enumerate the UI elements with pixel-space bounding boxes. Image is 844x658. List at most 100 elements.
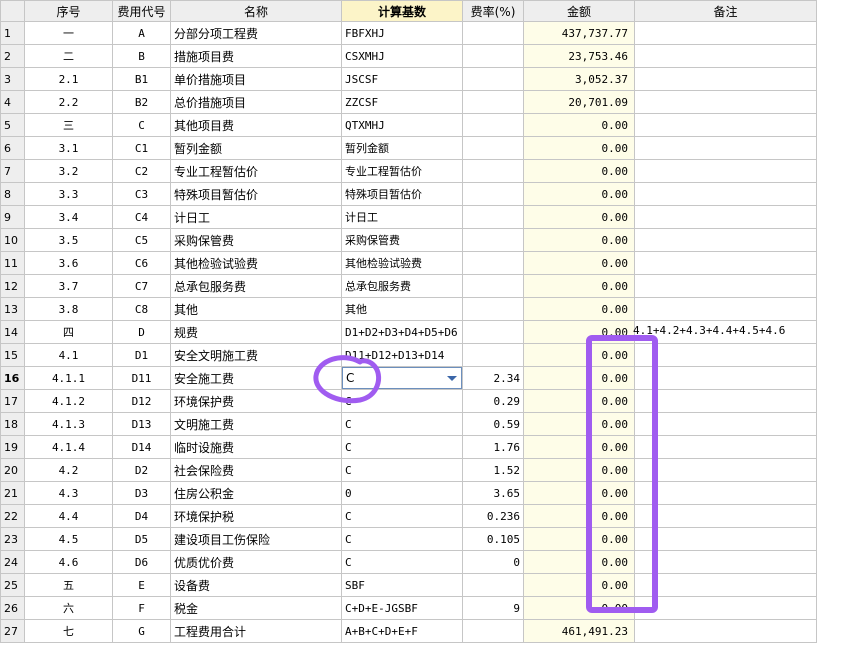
code-cell[interactable]: B2 — [112, 90, 171, 114]
name-cell[interactable]: 规费 — [170, 320, 342, 344]
name-cell[interactable]: 建设项目工伤保险 — [170, 527, 342, 551]
name-cell[interactable]: 其他检验试验费 — [170, 251, 342, 275]
name-cell[interactable]: 总价措施项目 — [170, 90, 342, 114]
name-cell[interactable]: 单价措施项目 — [170, 67, 342, 91]
rate-cell[interactable] — [462, 320, 524, 344]
base-cell[interactable]: 暂列金额 — [341, 136, 463, 160]
seq-cell[interactable]: 3.7 — [24, 274, 113, 298]
table-row[interactable]: 26 六 F 税金 C+D+E-JGSBF 9 0.00 — [0, 596, 817, 620]
amount-cell[interactable]: 0.00 — [523, 182, 635, 206]
name-cell[interactable]: 临时设施费 — [170, 435, 342, 459]
note-cell[interactable] — [634, 458, 817, 482]
seq-cell[interactable]: 4.3 — [24, 481, 113, 505]
code-cell[interactable]: D12 — [112, 389, 171, 413]
name-cell[interactable]: 特殊项目暂估价 — [170, 182, 342, 206]
rate-cell[interactable] — [462, 228, 524, 252]
seq-cell[interactable]: 五 — [24, 573, 113, 597]
seq-cell[interactable]: 3.6 — [24, 251, 113, 275]
header-name[interactable]: 名称 — [170, 0, 342, 22]
name-cell[interactable]: 措施项目费 — [170, 44, 342, 68]
note-cell[interactable] — [634, 297, 817, 321]
table-row[interactable]: 1 一 A 分部分项工程费 FBFXHJ 437,737.77 — [0, 21, 817, 45]
base-cell[interactable]: D11+D12+D13+D14 — [341, 343, 463, 367]
rate-cell[interactable]: 0.59 — [462, 412, 524, 436]
seq-cell[interactable]: 4.1.1 — [24, 366, 113, 390]
name-cell[interactable]: 采购保管费 — [170, 228, 342, 252]
rate-cell[interactable] — [462, 619, 524, 643]
header-seq[interactable]: 序号 — [24, 0, 113, 22]
code-cell[interactable]: E — [112, 573, 171, 597]
amount-cell[interactable]: 23,753.46 — [523, 44, 635, 68]
header-base[interactable]: 计算基数 — [341, 0, 463, 22]
name-cell[interactable]: 分部分项工程费 — [170, 21, 342, 45]
table-row[interactable]: 6 3.1 C1 暂列金额 暂列金额 0.00 — [0, 136, 817, 160]
amount-cell[interactable]: 0.00 — [523, 412, 635, 436]
note-cell[interactable] — [634, 44, 817, 68]
code-cell[interactable]: D6 — [112, 550, 171, 574]
code-cell[interactable]: C5 — [112, 228, 171, 252]
amount-cell[interactable]: 461,491.23 — [523, 619, 635, 643]
note-cell[interactable] — [634, 228, 817, 252]
name-cell[interactable]: 安全文明施工费 — [170, 343, 342, 367]
table-row[interactable]: 11 3.6 C6 其他检验试验费 其他检验试验费 0.00 — [0, 251, 817, 275]
amount-cell[interactable]: 0.00 — [523, 573, 635, 597]
base-cell[interactable]: SBF — [341, 573, 463, 597]
amount-cell[interactable]: 0.00 — [523, 113, 635, 137]
code-cell[interactable]: D — [112, 320, 171, 344]
seq-cell[interactable]: 四 — [24, 320, 113, 344]
table-row[interactable]: 20 4.2 D2 社会保险费 C 1.52 0.00 — [0, 458, 817, 482]
table-row[interactable]: 8 3.3 C3 特殊项目暂估价 特殊项目暂估价 0.00 — [0, 182, 817, 206]
base-cell[interactable]: JSCSF — [341, 67, 463, 91]
rate-cell[interactable]: 0.29 — [462, 389, 524, 413]
note-cell[interactable]: 4.1+4.2+4.3+4.4+4.5+4.6 — [633, 320, 817, 344]
rate-cell[interactable] — [462, 251, 524, 275]
code-cell[interactable]: C1 — [112, 136, 171, 160]
base-cell[interactable]: 采购保管费 — [341, 228, 463, 252]
base-cell[interactable]: C — [341, 458, 463, 482]
name-cell[interactable]: 专业工程暂估价 — [170, 159, 342, 183]
base-cell[interactable]: 计日工 — [341, 205, 463, 229]
note-cell[interactable] — [634, 136, 817, 160]
base-dropdown[interactable]: C — [342, 367, 462, 389]
chevron-down-icon[interactable] — [447, 376, 457, 381]
code-cell[interactable]: C4 — [112, 205, 171, 229]
seq-cell[interactable]: 七 — [24, 619, 113, 643]
note-cell[interactable] — [634, 412, 817, 436]
name-cell[interactable]: 计日工 — [170, 205, 342, 229]
base-cell[interactable]: C — [341, 504, 463, 528]
base-cell[interactable]: ZZCSF — [341, 90, 463, 114]
code-cell[interactable]: D14 — [112, 435, 171, 459]
table-row[interactable]: 21 4.3 D3 住房公积金 0 3.65 0.00 — [0, 481, 817, 505]
table-row[interactable]: 15 4.1 D1 安全文明施工费 D11+D12+D13+D14 0.00 — [0, 343, 817, 367]
rate-cell[interactable] — [462, 21, 524, 45]
code-cell[interactable]: B1 — [112, 67, 171, 91]
note-cell[interactable] — [634, 435, 817, 459]
seq-cell[interactable]: 4.2 — [24, 458, 113, 482]
rate-cell[interactable]: 0 — [462, 550, 524, 574]
rate-cell[interactable] — [462, 159, 524, 183]
code-cell[interactable]: F — [112, 596, 171, 620]
code-cell[interactable]: C2 — [112, 159, 171, 183]
name-cell[interactable]: 总承包服务费 — [170, 274, 342, 298]
amount-cell[interactable]: 0.00 — [523, 274, 635, 298]
note-cell[interactable] — [634, 343, 817, 367]
rate-cell[interactable] — [462, 573, 524, 597]
base-cell[interactable]: D1+D2+D3+D4+D5+D6 — [341, 320, 463, 344]
seq-cell[interactable]: 4.1 — [24, 343, 113, 367]
amount-cell[interactable]: 0.00 — [523, 251, 635, 275]
amount-cell[interactable]: 0.00 — [523, 159, 635, 183]
seq-cell[interactable]: 4.1.3 — [24, 412, 113, 436]
code-cell[interactable]: D13 — [112, 412, 171, 436]
amount-cell[interactable]: 0.00 — [523, 366, 635, 390]
base-cell-editor[interactable]: C — [341, 366, 463, 390]
amount-cell[interactable]: 0.00 — [523, 504, 635, 528]
name-cell[interactable]: 其他 — [170, 297, 342, 321]
amount-cell[interactable]: 20,701.09 — [523, 90, 635, 114]
note-cell[interactable] — [634, 251, 817, 275]
base-cell[interactable]: C — [341, 389, 463, 413]
table-row[interactable]: 3 2.1 B1 单价措施项目 JSCSF 3,052.37 — [0, 67, 817, 91]
table-row[interactable]: 2 二 B 措施项目费 CSXMHJ 23,753.46 — [0, 44, 817, 68]
table-row[interactable]: 4 2.2 B2 总价措施项目 ZZCSF 20,701.09 — [0, 90, 817, 114]
base-cell[interactable]: C+D+E-JGSBF — [341, 596, 463, 620]
rate-cell[interactable] — [462, 136, 524, 160]
